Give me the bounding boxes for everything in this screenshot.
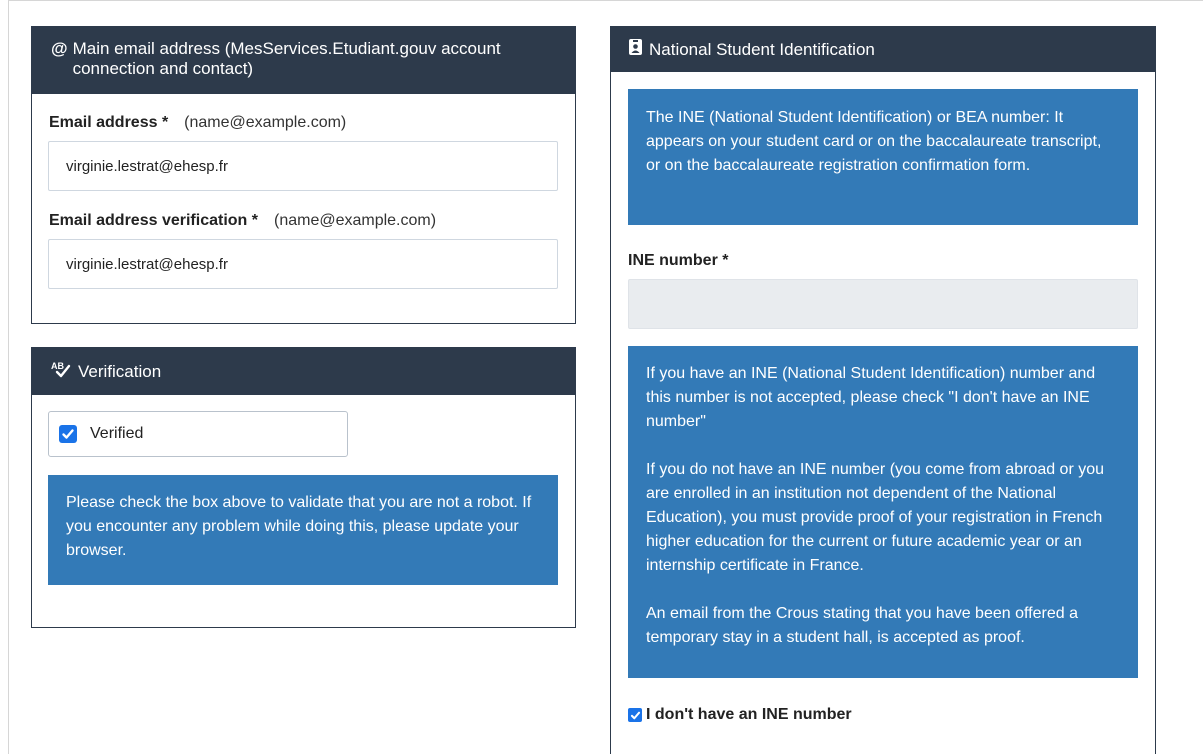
id-badge-icon [628, 38, 644, 61]
ine-top-info-text: The INE (National Student Identification… [646, 109, 1102, 174]
email-verification-label: Email address verification * (name@exampl… [49, 212, 436, 230]
email-address-label: Email address * (name@example.com) [49, 114, 346, 132]
verification-info-box: Please check the box above to validate t… [48, 475, 558, 585]
ine-help-paragraph-2: If you do not have an INE number (you co… [646, 461, 1105, 574]
email-verification-value: virginie.lestrat@ehesp.fr [66, 255, 228, 273]
ine-top-info-box: The INE (National Student Identification… [628, 89, 1138, 225]
at-sign-icon: @ [51, 39, 68, 58]
verified-checkbox[interactable] [59, 425, 77, 443]
email-address-label-text: Email address * [49, 114, 169, 131]
email-verification-input[interactable]: virginie.lestrat@ehesp.fr [48, 239, 558, 289]
email-address-hint: (name@example.com) [184, 114, 347, 131]
email-address-input[interactable]: virginie.lestrat@ehesp.fr [48, 141, 558, 191]
ine-help-info-box: If you have an INE (National Student Ide… [628, 346, 1138, 678]
verification-card-header: AB Verification [32, 348, 575, 395]
main-email-card-title: Main email address (MesServices.Etudiant… [72, 39, 501, 78]
no-ine-checkbox-label: I don't have an INE number [646, 706, 852, 723]
ine-card-title: National Student Identification [649, 39, 875, 59]
svg-text:AB: AB [51, 361, 64, 371]
ine-number-input[interactable] [628, 279, 1138, 329]
ine-help-paragraph-1: If you have an INE (National Student Ide… [646, 365, 1096, 430]
ine-card-header: National Student Identification [611, 27, 1155, 72]
email-verification-hint: (name@example.com) [273, 212, 437, 229]
spellcheck-icon: AB [51, 360, 73, 383]
verified-checkbox-box[interactable]: Verified [48, 411, 348, 457]
verification-info-text: Please check the box above to validate t… [66, 494, 532, 559]
email-verification-label-text: Email address verification * [49, 212, 258, 229]
ine-number-label: INE number * [628, 252, 729, 269]
verification-card-title: Verification [78, 361, 162, 381]
email-address-value: virginie.lestrat@ehesp.fr [66, 157, 228, 175]
no-ine-checkbox-row[interactable]: I don't have an INE number [628, 706, 852, 724]
no-ine-checkbox[interactable] [628, 708, 642, 722]
ine-help-paragraph-3: An email from the Crous stating that you… [646, 605, 1078, 646]
verified-checkbox-label: Verified [90, 425, 144, 442]
main-email-card-header: @ Main email address (MesServices.Etudia… [32, 27, 575, 94]
